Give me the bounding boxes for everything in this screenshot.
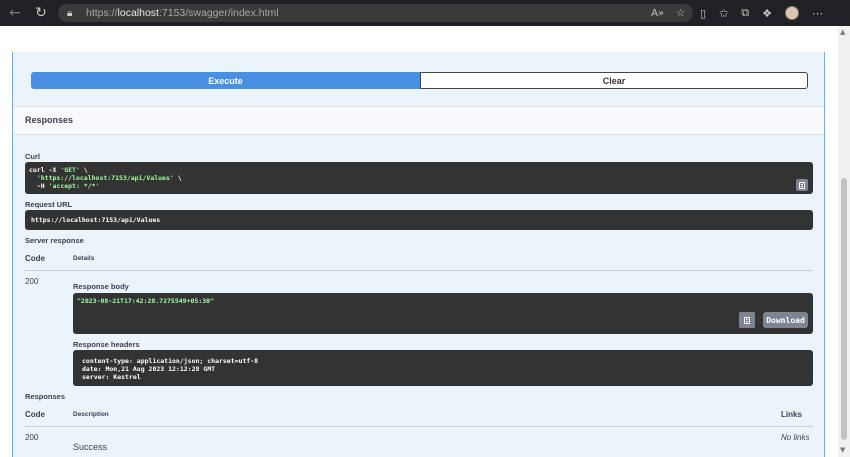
favorites-icon[interactable]: ✩ (719, 7, 728, 20)
curl-code: curl -X 'GET' \ 'https://localhost:7153/… (29, 166, 182, 190)
server-response-code: 200 (25, 277, 39, 286)
response-body-block: "2023-08-21T17:42:28.7275549+05:30" Down… (73, 293, 813, 334)
responses-table-label: Responses (25, 392, 66, 401)
profile-avatar[interactable] (785, 6, 800, 20)
responses-code: 200 (25, 433, 39, 442)
responses-section-header: Responses (13, 106, 824, 135)
responses-description: Success (73, 442, 108, 452)
execute-button[interactable]: Execute (31, 72, 420, 89)
responses-description-header: Description (73, 411, 109, 418)
scrollbar-thumb[interactable] (841, 178, 847, 440)
browser-toolbar: ← ↻ 🔒︎ https://localhost:7153/swagger/in… (0, 0, 850, 26)
request-url-label: Request URL (25, 200, 73, 209)
back-icon[interactable]: ← (4, 2, 26, 24)
request-url-block: https://localhost:7153/api/Values (25, 210, 813, 230)
curl-code-block: curl -X 'GET' \ 'https://localhost:7153/… (25, 162, 813, 194)
responses-section-title: Responses (25, 115, 74, 125)
swagger-page: Execute Clear Responses Curl curl -X 'GE… (0, 26, 838, 457)
responses-links: No links (781, 433, 810, 442)
response-headers-label: Response headers (73, 340, 140, 349)
clear-button[interactable]: Clear (420, 72, 808, 89)
response-headers-value: content-type: application/json; charset=… (82, 357, 259, 381)
response-body-label: Response body (73, 282, 129, 291)
divider (25, 426, 813, 427)
download-button[interactable]: Download (763, 312, 808, 328)
favorite-icon[interactable]: ☆ (676, 8, 685, 19)
more-icon[interactable]: ⋯ (812, 7, 823, 20)
lock-icon[interactable]: 🔒︎ (67, 8, 81, 19)
split-screen-icon[interactable]: ▯ (700, 7, 706, 20)
copy-icon (799, 181, 805, 189)
copy-curl-button[interactable] (796, 179, 808, 191)
scroll-down-icon[interactable]: ▼ (840, 446, 845, 454)
read-aloud-icon[interactable]: A» (651, 8, 664, 19)
response-body-value: "2023-08-21T17:42:28.7275549+05:30" (77, 297, 214, 305)
address-url[interactable]: https://localhost:7153/swagger/index.htm… (86, 7, 279, 19)
request-url-value: https://localhost:7153/api/Values (31, 216, 161, 224)
server-response-label: Server response (25, 236, 84, 245)
curl-label: Curl (25, 152, 40, 161)
extension-icon[interactable]: ❖ (762, 7, 772, 20)
responses-code-header: Code (25, 410, 45, 419)
address-bar[interactable]: 🔒︎ https://localhost:7153/swagger/index.… (58, 4, 693, 22)
operation-block-get: Execute Clear Responses Curl curl -X 'GE… (12, 52, 825, 457)
collections-icon[interactable]: ⧉ (741, 6, 749, 20)
reload-icon[interactable]: ↻ (30, 2, 52, 24)
server-response-details-header: Details (73, 255, 95, 262)
copy-icon (744, 316, 750, 324)
response-headers-block: content-type: application/json; charset=… (73, 350, 813, 386)
responses-links-header: Links (781, 410, 802, 419)
scroll-up-icon[interactable]: ▲ (840, 28, 845, 36)
divider (25, 270, 813, 271)
copy-response-button[interactable] (739, 312, 755, 328)
server-response-code-header: Code (25, 254, 45, 263)
